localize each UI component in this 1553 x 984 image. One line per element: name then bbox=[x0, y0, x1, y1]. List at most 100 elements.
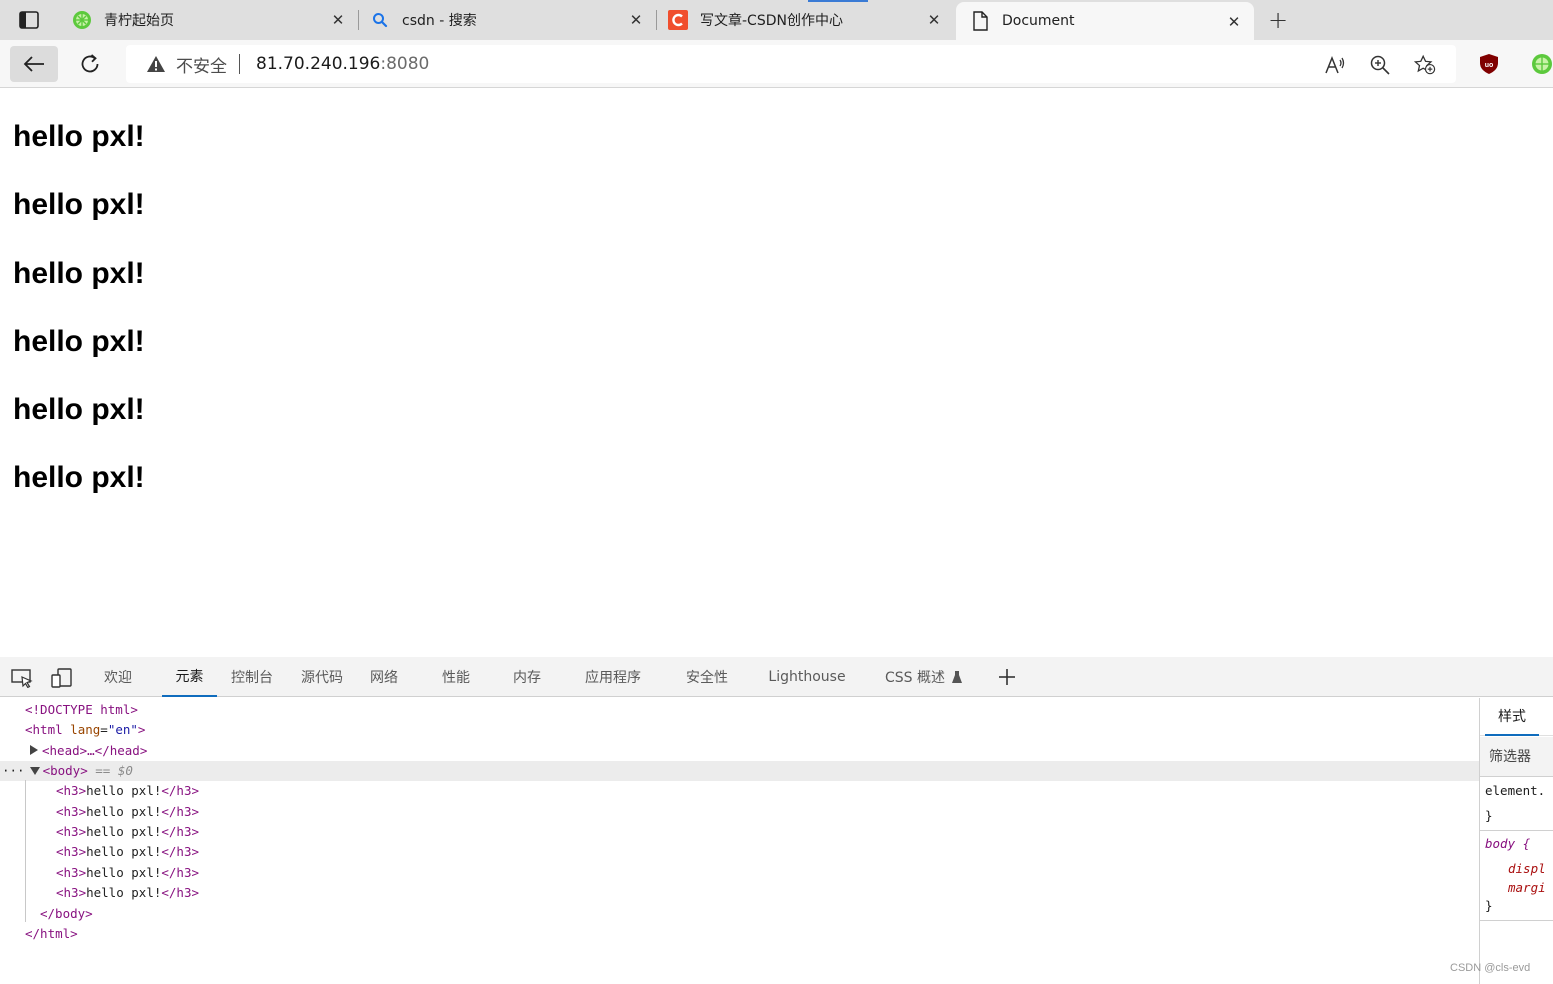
expand-triangle-icon[interactable] bbox=[30, 741, 42, 761]
devtools-tab-application[interactable]: 应用程序 bbox=[576, 657, 650, 697]
dom-node-body-close[interactable]: </body> bbox=[0, 904, 1479, 924]
tab-actions-button[interactable] bbox=[10, 8, 48, 32]
add-tool-button[interactable] bbox=[995, 663, 1019, 691]
plus-icon bbox=[999, 669, 1015, 685]
back-button[interactable] bbox=[10, 46, 58, 82]
security-label[interactable]: 不安全 bbox=[176, 52, 227, 77]
svg-text:uo: uo bbox=[1485, 62, 1494, 69]
tab-csdn-search[interactable]: csdn - 搜索 ✕ bbox=[360, 0, 656, 40]
page-viewport: hello pxl! hello pxl! hello pxl! hello p… bbox=[0, 89, 1553, 657]
styles-tab[interactable]: 样式 bbox=[1485, 698, 1539, 736]
lime-extension-icon[interactable] bbox=[1531, 53, 1553, 75]
devtools-tab-memory[interactable]: 内存 bbox=[505, 657, 549, 697]
h3-text: hello pxl! bbox=[86, 865, 162, 880]
styles-pane: 样式 筛选器 element. } body { displ margi } bbox=[1479, 698, 1553, 984]
h3-open-tag: <h3> bbox=[56, 885, 87, 900]
h3-open-tag: <h3> bbox=[56, 783, 87, 798]
add-favorite-icon[interactable] bbox=[1414, 54, 1436, 76]
devtools-tab-security[interactable]: 安全性 bbox=[677, 657, 737, 697]
collapse-triangle-icon[interactable] bbox=[29, 761, 43, 781]
tab-close-button[interactable]: ✕ bbox=[628, 11, 644, 29]
devtools-tab-performance[interactable]: 性能 bbox=[434, 657, 478, 697]
h3-close-tag: </h3> bbox=[161, 824, 200, 839]
h3-open-tag: <h3> bbox=[56, 804, 87, 819]
address-divider bbox=[239, 54, 240, 74]
devtools-tab-css-overview[interactable]: CSS 概述 bbox=[880, 657, 950, 697]
doctype-text: <!DOCTYPE html> bbox=[25, 702, 138, 717]
warning-icon[interactable] bbox=[146, 54, 166, 74]
dom-node-h3[interactable]: <h3>hello pxl!</h3> bbox=[0, 781, 1479, 801]
devtools-tab-lighthouse[interactable]: Lighthouse bbox=[762, 657, 852, 697]
indent-guide bbox=[25, 780, 26, 922]
more-options-icon[interactable]: ··· bbox=[2, 763, 25, 778]
tab-document[interactable]: Document ✕ bbox=[956, 2, 1254, 40]
lang-attribute-value: "en" bbox=[107, 722, 138, 737]
dom-node-h3[interactable]: <h3>hello pxl!</h3> bbox=[0, 802, 1479, 822]
tab-title: 青柠起始页 bbox=[104, 13, 174, 29]
dom-node-body-selected[interactable]: ··· <body> == $0 bbox=[0, 761, 1479, 781]
h3-close-tag: </h3> bbox=[161, 865, 200, 880]
tab-csdn-write[interactable]: 写文章-CSDN创作中心 ✕ bbox=[658, 0, 954, 40]
read-aloud-icon[interactable] bbox=[1324, 54, 1346, 76]
h3-close-tag: </h3> bbox=[161, 844, 200, 859]
h3-close-tag: </h3> bbox=[161, 885, 200, 900]
body-close-tag: </body> bbox=[40, 906, 93, 921]
page-heading: hello pxl! bbox=[13, 461, 145, 494]
page-heading: hello pxl! bbox=[13, 325, 145, 358]
dom-node-h3[interactable]: <h3>hello pxl!</h3> bbox=[0, 883, 1479, 903]
url-host: 81.70.240.196 bbox=[256, 54, 381, 74]
zoom-icon[interactable] bbox=[1369, 54, 1391, 76]
h3-close-tag: </h3> bbox=[161, 783, 200, 798]
element-style-close: } bbox=[1485, 808, 1493, 823]
dom-node-doctype[interactable]: <!DOCTYPE html> bbox=[0, 700, 1479, 720]
tab-qingning[interactable]: 青柠起始页 ✕ bbox=[62, 0, 358, 40]
h3-text: hello pxl! bbox=[86, 824, 162, 839]
flask-icon bbox=[949, 669, 965, 685]
styles-filter-input[interactable]: 筛选器 bbox=[1480, 737, 1553, 777]
reload-button[interactable] bbox=[66, 46, 114, 82]
inspect-element-icon[interactable] bbox=[11, 667, 33, 689]
dom-node-html[interactable]: <html lang="en"> bbox=[0, 720, 1479, 740]
close-icon: ✕ bbox=[927, 11, 941, 29]
address-bar[interactable]: 不安全 81.70.240.196:8080 bbox=[126, 45, 1456, 83]
close-icon: ✕ bbox=[629, 11, 643, 29]
body-open-tag: <body> bbox=[42, 763, 88, 778]
page-heading: hello pxl! bbox=[13, 188, 145, 221]
tab-close-button[interactable]: ✕ bbox=[926, 11, 942, 29]
rule-divider bbox=[1480, 920, 1553, 921]
dom-node-h3[interactable]: <h3>hello pxl!</h3> bbox=[0, 822, 1479, 842]
device-emulation-icon[interactable] bbox=[51, 667, 73, 689]
tab-separator bbox=[656, 10, 657, 30]
tab-title: Document bbox=[1002, 13, 1075, 29]
devtools-tab-welcome[interactable]: 欢迎 bbox=[94, 657, 142, 697]
page-heading: hello pxl! bbox=[13, 393, 145, 426]
html-close-tag: </html> bbox=[25, 926, 78, 941]
document-icon bbox=[970, 11, 990, 31]
new-tab-button[interactable]: + bbox=[1264, 6, 1292, 34]
dom-node-html-close[interactable]: </html> bbox=[0, 924, 1479, 944]
dom-node-h3[interactable]: <h3>hello pxl!</h3> bbox=[0, 842, 1479, 862]
tab-close-button[interactable]: ✕ bbox=[1226, 13, 1242, 31]
devtools-tab-network[interactable]: 网络 bbox=[362, 657, 406, 697]
search-icon bbox=[370, 10, 390, 30]
ublock-shield-icon[interactable]: uo bbox=[1478, 53, 1500, 75]
devtools-tab-elements[interactable]: 元素 bbox=[162, 657, 217, 697]
tab-strip: 青柠起始页 ✕ csdn - 搜索 ✕ 写文章-CSDN创作中心 ✕ Docum… bbox=[0, 0, 1553, 40]
h3-close-tag: </h3> bbox=[161, 804, 200, 819]
dom-node-head[interactable]: <head>…</head> bbox=[0, 741, 1479, 761]
devtools-tab-sources[interactable]: 源代码 bbox=[294, 657, 350, 697]
page-heading: hello pxl! bbox=[13, 120, 145, 153]
page-heading: hello pxl! bbox=[13, 257, 145, 290]
lang-attribute-name: lang bbox=[70, 722, 101, 737]
tab-actions-icon bbox=[19, 11, 39, 29]
html-open-tag: <html bbox=[25, 722, 63, 737]
selected-marker: == $0 bbox=[95, 763, 133, 778]
reload-icon bbox=[81, 54, 99, 73]
dom-node-h3[interactable]: <h3>hello pxl!</h3> bbox=[0, 863, 1479, 883]
tab-title: csdn - 搜索 bbox=[402, 13, 477, 29]
devtools-tab-console[interactable]: 控制台 bbox=[224, 657, 280, 697]
element-style-selector: element. bbox=[1485, 783, 1546, 798]
tab-close-button[interactable]: ✕ bbox=[330, 11, 346, 29]
h3-text: hello pxl! bbox=[86, 804, 162, 819]
dom-tree: <!DOCTYPE html> <html lang="en"> <head>…… bbox=[0, 698, 1479, 984]
